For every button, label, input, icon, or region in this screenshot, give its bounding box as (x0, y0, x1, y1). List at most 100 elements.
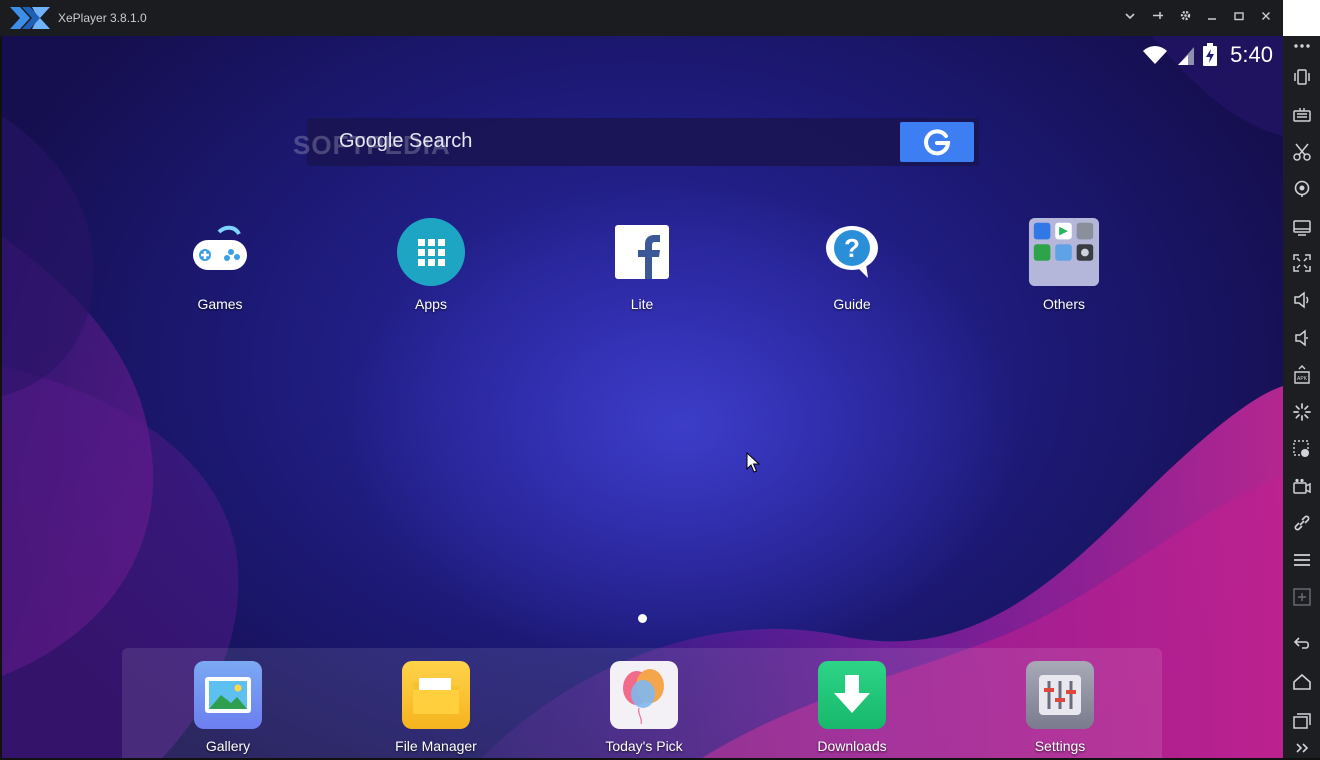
window-title: XePlayer 3.8.1.0 (58, 11, 147, 25)
loading-spinner-icon (1292, 402, 1311, 421)
apk-icon: APK (1293, 364, 1310, 384)
fullscreen-button[interactable] (1289, 250, 1314, 275)
keyboard-icon (1292, 107, 1311, 122)
video-record-button[interactable] (1289, 474, 1314, 499)
home-icon (1292, 673, 1311, 690)
dock-label: Today's Pick (605, 738, 683, 754)
app-others[interactable]: Others (1004, 216, 1124, 312)
google-search-button[interactable] (900, 122, 974, 162)
minimize-button[interactable] (1200, 7, 1224, 29)
dock-label: Downloads (817, 738, 887, 754)
dock-label: Settings (1034, 738, 1086, 754)
maximize-icon (1234, 12, 1244, 21)
google-g-icon (924, 129, 951, 156)
facebook-lite-icon (606, 216, 678, 288)
maximize-button[interactable] (1227, 7, 1251, 29)
app-apps[interactable]: Apps (371, 216, 491, 312)
gear-icon (1180, 10, 1190, 21)
scissors-icon (1292, 143, 1311, 161)
more-options-button[interactable] (1289, 33, 1314, 58)
macro-cursor-icon (1292, 439, 1309, 457)
gamepad-icon (184, 216, 256, 288)
google-search-bar[interactable]: SOFTPEDIA Google Search (293, 118, 979, 166)
macro-button[interactable] (1289, 436, 1314, 461)
menu-button[interactable] (1289, 547, 1314, 572)
folder-icon (1028, 216, 1100, 288)
balloons-icon (610, 661, 678, 729)
back-button[interactable] (1289, 630, 1314, 655)
monitor-icon (1292, 219, 1311, 236)
app-label: Apps (415, 296, 447, 312)
add-button[interactable] (1289, 584, 1314, 609)
xeplayer-logo-icon (10, 7, 50, 29)
title-bar: XePlayer 3.8.1.0 (0, 0, 1283, 36)
minimize-icon (1208, 18, 1216, 20)
side-toolbar: APK (1283, 36, 1320, 758)
volume-up-icon (1293, 290, 1308, 309)
keyboard-button[interactable] (1289, 102, 1314, 127)
apps-grid-icon (395, 216, 467, 288)
add-square-icon (1292, 587, 1311, 606)
close-icon (1262, 12, 1270, 20)
pin-button[interactable] (1145, 7, 1169, 29)
battery-charging-icon (1203, 43, 1218, 66)
search-placeholder: Google Search (339, 130, 473, 152)
back-arrow-icon (1293, 636, 1309, 649)
app-label: Guide (833, 296, 871, 312)
toolbar-header (1283, 0, 1320, 36)
dock-app-file-manager[interactable]: File Manager (376, 661, 496, 754)
dock-app-todays-pick[interactable]: Today's Pick (584, 661, 704, 754)
loading-button[interactable] (1289, 399, 1314, 424)
location-button[interactable] (1289, 176, 1314, 201)
double-chevron-icon (1295, 742, 1308, 753)
svg-text:?: ? (844, 233, 860, 263)
expand-toolbar-button[interactable] (1289, 735, 1314, 760)
volume-down-button[interactable] (1289, 325, 1314, 350)
shake-button[interactable] (1289, 64, 1314, 89)
dock-app-downloads[interactable]: Downloads (792, 661, 912, 754)
wifi-icon (1143, 46, 1168, 64)
chevron-down-icon (1125, 13, 1135, 20)
menu-icon (1293, 553, 1310, 566)
install-apk-button[interactable]: APK (1289, 362, 1314, 387)
location-pin-icon (1294, 180, 1309, 197)
video-camera-icon (1292, 478, 1311, 494)
help-bubble-icon: ? (816, 216, 888, 288)
app-guide[interactable]: ? Guide (792, 216, 912, 312)
fullscreen-icon (1292, 253, 1311, 272)
recents-icon (1292, 712, 1311, 729)
chevron-down-button[interactable] (1118, 7, 1142, 29)
home-button[interactable] (1289, 669, 1314, 694)
volume-up-button[interactable] (1289, 287, 1314, 312)
sliders-icon (1026, 661, 1094, 729)
dock-app-gallery[interactable]: Gallery (168, 661, 288, 754)
settings-button[interactable] (1173, 7, 1197, 29)
link-icon (1294, 515, 1309, 530)
signal-icon (1178, 47, 1195, 65)
status-bar: 5:40 (1140, 42, 1273, 68)
app-label: Games (197, 296, 243, 312)
gallery-icon (194, 661, 262, 729)
dock: Gallery File Manager Today's Pick Downlo… (122, 648, 1162, 758)
svg-text:APK: APK (1296, 376, 1307, 382)
dock-label: Gallery (205, 738, 251, 754)
link-button[interactable] (1289, 510, 1314, 535)
recents-button[interactable] (1289, 708, 1314, 733)
file-manager-icon (402, 661, 470, 729)
app-lite[interactable]: Lite (582, 216, 702, 312)
page-indicator (638, 614, 647, 623)
more-dots-icon (1293, 43, 1310, 48)
volume-down-icon (1294, 328, 1308, 347)
app-label: Lite (630, 296, 654, 312)
mouse-cursor-icon (746, 452, 760, 473)
download-arrow-icon (818, 661, 886, 729)
dock-label: File Manager (395, 738, 477, 754)
app-games[interactable]: Games (160, 216, 280, 312)
screen-button[interactable] (1289, 214, 1314, 239)
status-time: 5:40 (1230, 42, 1273, 67)
dock-app-settings[interactable]: Settings (1000, 661, 1120, 754)
shake-phone-icon (1293, 68, 1310, 85)
close-button[interactable] (1254, 7, 1278, 29)
screenshot-button[interactable] (1289, 139, 1314, 164)
android-screen[interactable]: 5:40 SOFTPEDIA Google Search Games Apps … (2, 36, 1283, 758)
